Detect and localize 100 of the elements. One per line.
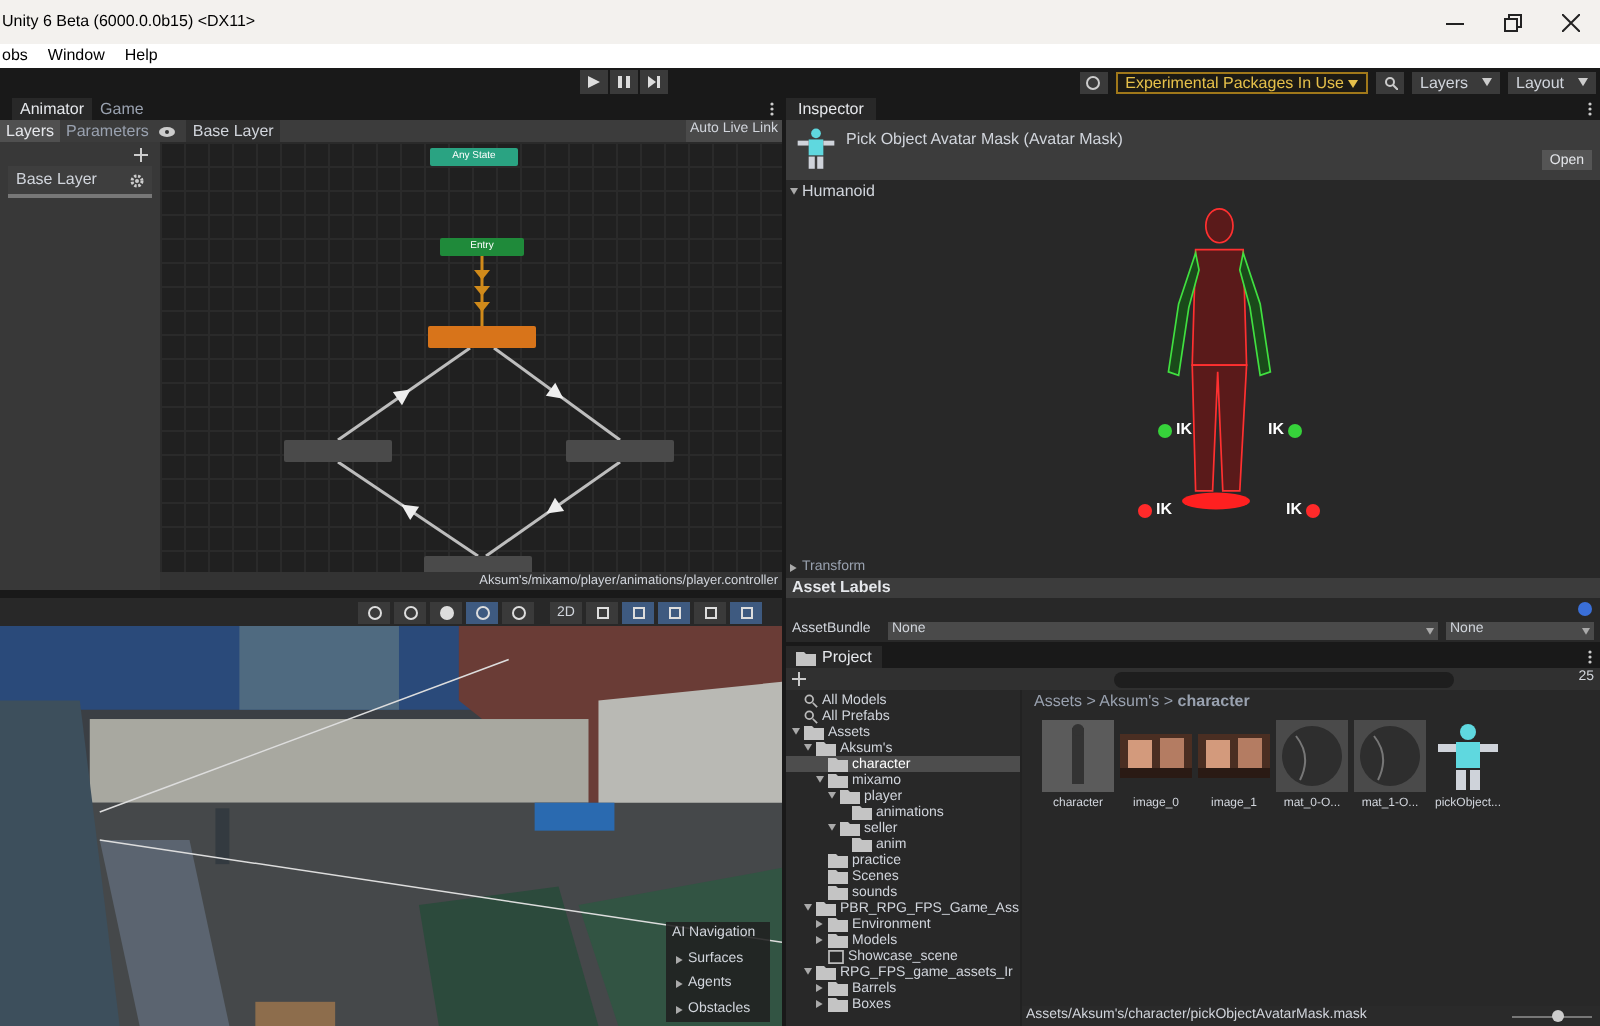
transition-arrow bbox=[337, 460, 479, 558]
history-icon bbox=[1086, 76, 1101, 90]
menu-item[interactable]: obs bbox=[2, 44, 28, 68]
gizmo-icon bbox=[631, 605, 645, 619]
visibility-icon bbox=[667, 605, 681, 619]
layout-dropdown[interactable]: Layout bbox=[1508, 72, 1596, 94]
transition-arrow bbox=[474, 256, 490, 326]
play-button[interactable] bbox=[580, 70, 608, 94]
expanded-arrow-icon[interactable] bbox=[804, 904, 812, 912]
breadcrumb[interactable]: Assets > Aksum's > character bbox=[1034, 690, 1250, 714]
caret-icon bbox=[1348, 79, 1358, 87]
collapsed-arrow-icon[interactable] bbox=[816, 984, 824, 992]
menu-item[interactable]: Help bbox=[124, 44, 158, 68]
sphere-icon bbox=[439, 605, 453, 619]
pause-icon bbox=[618, 76, 630, 88]
state-node[interactable] bbox=[428, 326, 536, 348]
ik-label: IK bbox=[1286, 498, 1302, 522]
audio-icon bbox=[511, 605, 525, 619]
restore-icon[interactable] bbox=[1504, 13, 1522, 31]
camera-icon bbox=[703, 605, 717, 619]
experimental-packages-button[interactable]: Experimental Packages In Use bbox=[1115, 72, 1368, 94]
layers-dropdown[interactable]: Layers bbox=[1412, 72, 1500, 94]
view-mode-button[interactable] bbox=[430, 601, 462, 623]
transition-arrow bbox=[493, 346, 621, 442]
history-button[interactable] bbox=[1079, 72, 1108, 94]
scene-tool-button[interactable] bbox=[694, 601, 726, 623]
add-icon[interactable] bbox=[792, 672, 806, 686]
expanded-arrow-icon[interactable] bbox=[792, 728, 800, 736]
caret-icon bbox=[1582, 627, 1590, 635]
humanoid-icon bbox=[1432, 720, 1504, 792]
layers-tab[interactable]: Layers bbox=[0, 120, 61, 142]
layers-tab[interactable]: Parameters bbox=[60, 120, 155, 142]
caret-icon bbox=[676, 980, 684, 989]
view-mode-button[interactable] bbox=[502, 601, 534, 623]
step-button[interactable] bbox=[640, 70, 668, 94]
humanoid-icon bbox=[794, 126, 838, 170]
state-node[interactable] bbox=[284, 440, 392, 462]
panel-tab[interactable]: Animator bbox=[12, 98, 93, 120]
view-mode-button[interactable] bbox=[394, 601, 426, 623]
caret-icon bbox=[790, 564, 798, 572]
material-sphere-icon bbox=[1276, 720, 1348, 792]
material-sphere-icon bbox=[1354, 720, 1426, 792]
step-icon bbox=[648, 76, 660, 88]
ik-label: IK bbox=[1176, 418, 1192, 442]
light-icon bbox=[595, 605, 609, 619]
zoom-slider-thumb[interactable] bbox=[1552, 1009, 1565, 1021]
open-folder-icon bbox=[816, 900, 836, 916]
scene-tool-button[interactable] bbox=[622, 601, 654, 623]
caret-icon bbox=[676, 1005, 684, 1014]
window-title: Unity 6 Beta (6000.0.0b15) <DX11> bbox=[2, 10, 256, 34]
section-header: Asset Labels bbox=[792, 576, 891, 600]
collapsed-arrow-icon[interactable] bbox=[816, 1000, 824, 1008]
ik-label: IK bbox=[1156, 498, 1172, 522]
ik-label: IK bbox=[1268, 418, 1284, 442]
search-icon bbox=[1383, 76, 1397, 90]
view-mode-button[interactable] bbox=[466, 601, 498, 623]
play-icon bbox=[588, 76, 600, 88]
shaded-icon bbox=[403, 605, 417, 619]
breadcrumb[interactable]: Base Layer bbox=[186, 119, 280, 143]
search-button[interactable] bbox=[1376, 72, 1404, 94]
lighting-icon bbox=[475, 605, 489, 619]
layer-item[interactable]: Base Layer bbox=[8, 166, 152, 198]
scene-tool-button[interactable] bbox=[730, 601, 762, 623]
humanoid-foldout[interactable]: Humanoid bbox=[786, 180, 1600, 202]
caret-icon bbox=[676, 955, 684, 964]
close-icon[interactable] bbox=[1562, 13, 1580, 31]
menu-item[interactable]: Window bbox=[47, 44, 105, 68]
expanded-arrow-icon[interactable] bbox=[828, 792, 836, 800]
model-thumbnail bbox=[1042, 720, 1114, 792]
state-node[interactable] bbox=[424, 556, 532, 572]
axis-gizmo-icon bbox=[739, 605, 753, 619]
panel-tab[interactable]: Game bbox=[92, 98, 152, 120]
scene-tool-button[interactable] bbox=[586, 601, 618, 623]
asset-title: Pick Object Avatar Mask (Avatar Mask) bbox=[846, 128, 1123, 152]
caret-icon bbox=[1426, 627, 1434, 635]
expanded-arrow-icon[interactable] bbox=[816, 776, 824, 784]
gear-icon[interactable] bbox=[130, 173, 144, 187]
inspector-tab[interactable]: Inspector bbox=[786, 98, 876, 120]
caret-icon bbox=[790, 187, 798, 195]
transition-arrow bbox=[485, 460, 621, 558]
pause-button[interactable] bbox=[610, 70, 638, 94]
label-icon[interactable] bbox=[1578, 602, 1592, 616]
open-folder-icon bbox=[816, 964, 836, 980]
caret-icon bbox=[1578, 78, 1588, 88]
project-tab[interactable]: Project bbox=[786, 646, 882, 668]
collapsed-arrow-icon[interactable] bbox=[816, 920, 824, 928]
transition-arrow bbox=[337, 346, 471, 442]
expanded-arrow-icon[interactable] bbox=[804, 744, 812, 752]
state-node[interactable] bbox=[566, 440, 674, 462]
caret-icon bbox=[1482, 78, 1492, 88]
expanded-arrow-icon[interactable] bbox=[828, 824, 836, 832]
scene-tool-button[interactable] bbox=[658, 601, 690, 623]
expanded-arrow-icon[interactable] bbox=[804, 968, 812, 976]
folder-icon bbox=[828, 756, 848, 772]
wireframe-icon bbox=[367, 605, 381, 619]
scene-icon bbox=[828, 949, 844, 963]
collapsed-arrow-icon[interactable] bbox=[816, 936, 824, 944]
view-mode-button[interactable] bbox=[358, 601, 390, 623]
add-icon[interactable] bbox=[134, 147, 148, 161]
eye-icon[interactable] bbox=[158, 125, 177, 137]
